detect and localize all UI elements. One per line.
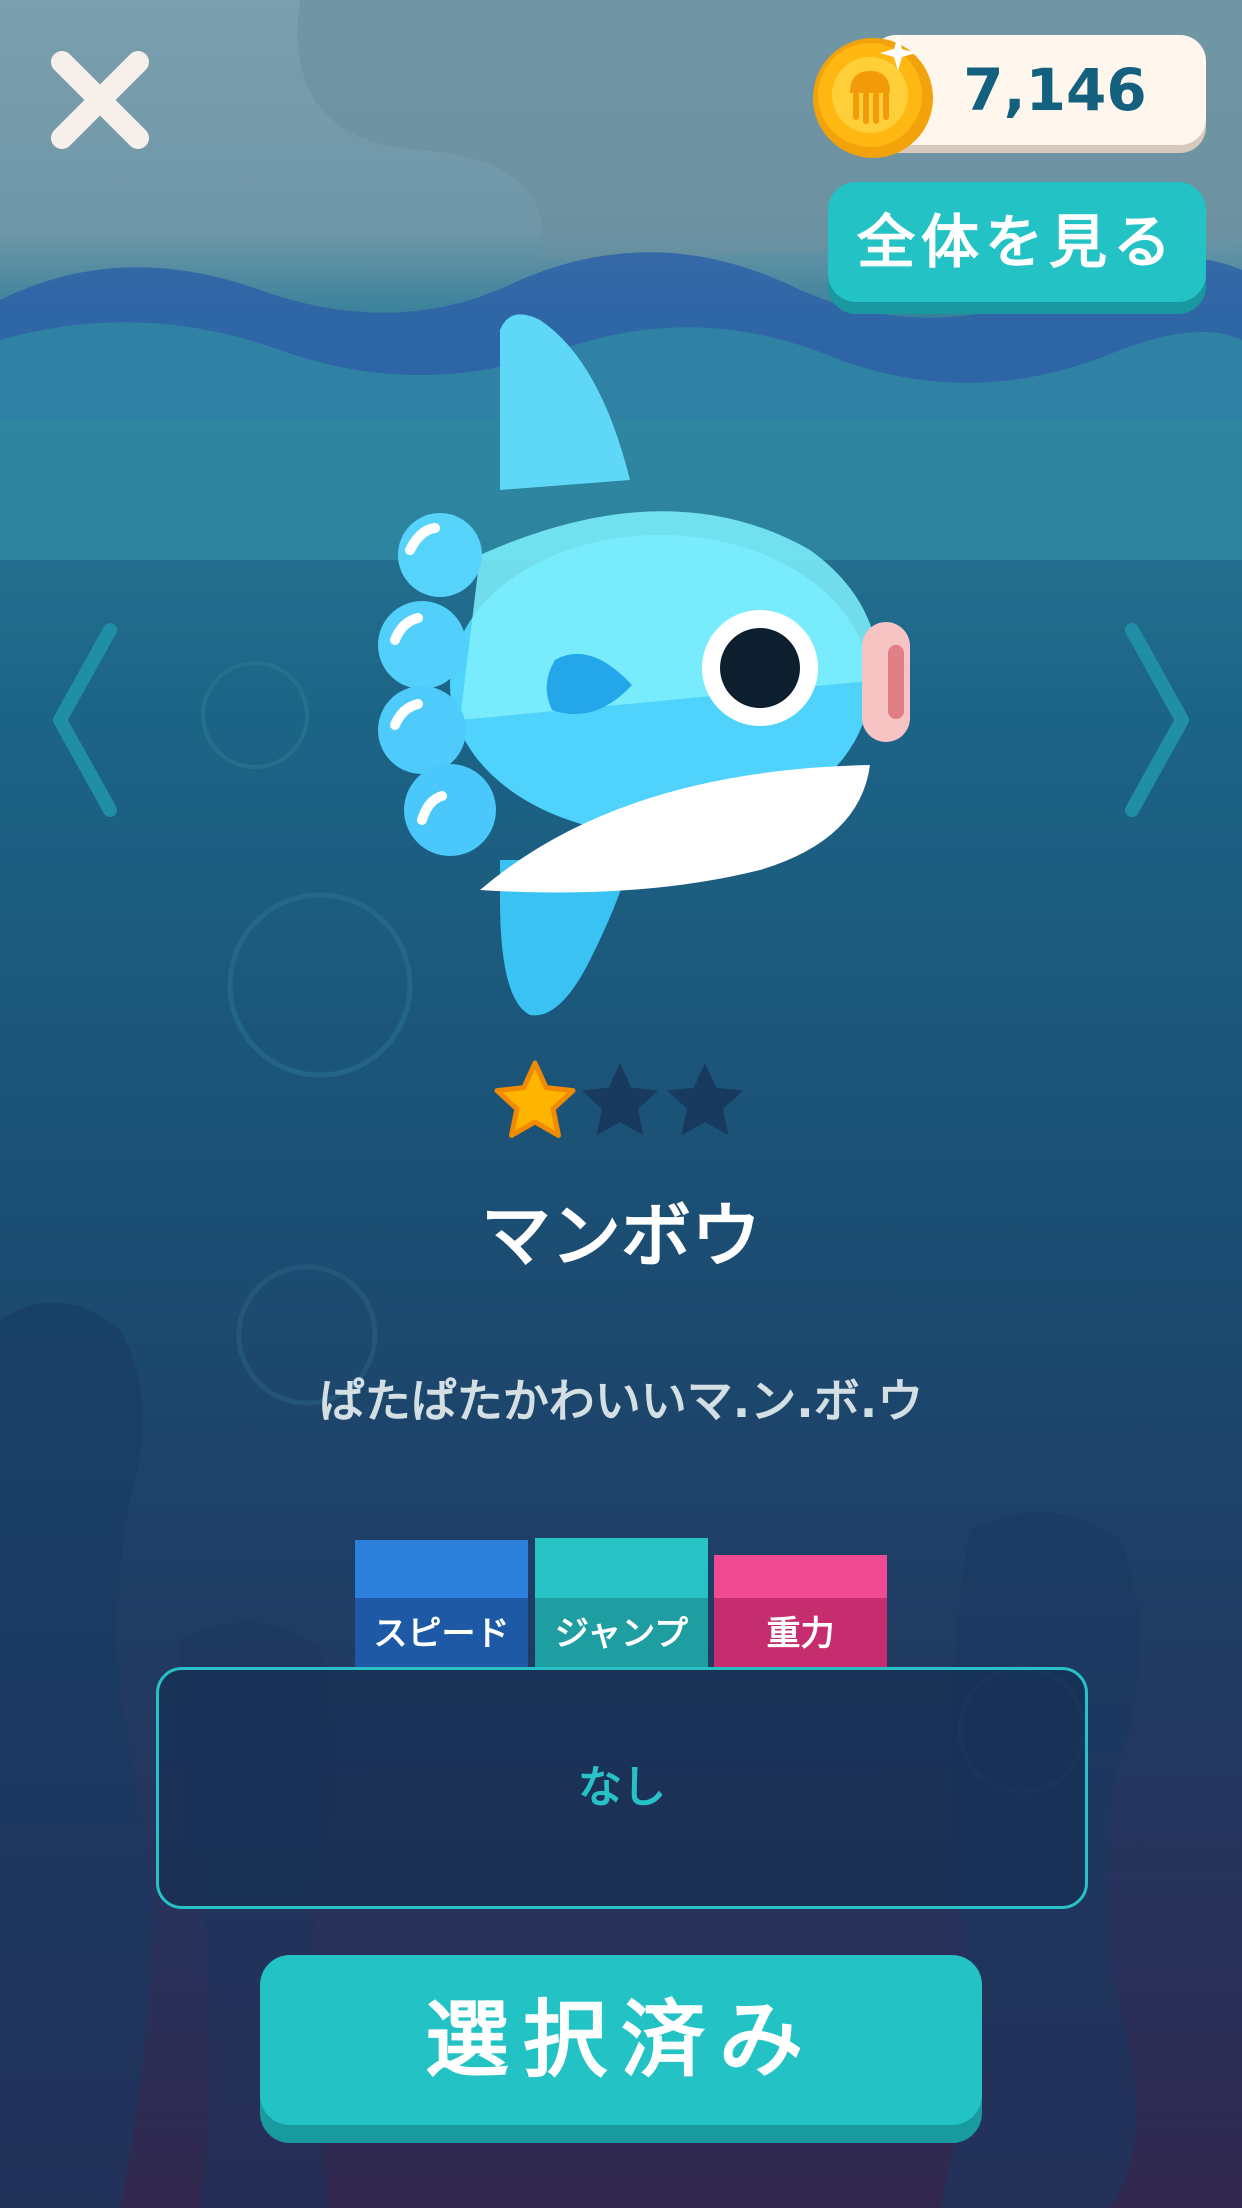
coin-count: 7,146 (963, 56, 1147, 124)
character-name: マンボウ (481, 1195, 761, 1277)
sunfish-character (378, 314, 910, 1016)
stat-label-speed: スピード (355, 1598, 528, 1670)
next-character-button[interactable] (1114, 620, 1194, 820)
star-empty-icon (667, 1063, 743, 1136)
stat-bar-gravity (714, 1555, 887, 1598)
stat-tab-jump[interactable]: ジャンプ (535, 1538, 708, 1670)
coin-balance: 7,146 (810, 35, 1208, 158)
chevron-left-icon (53, 623, 117, 817)
ability-text: なし (578, 1762, 666, 1813)
select-button[interactable]: 選択済み (260, 1955, 982, 2125)
view-all-button[interactable]: 全体を見る (828, 182, 1206, 302)
close-button[interactable] (40, 40, 160, 160)
character-description: ぱたぱたかわいいマ.ン.ボ.ウ (318, 1374, 924, 1428)
ability-panel: なし (156, 1667, 1088, 1909)
star-rating (494, 1060, 743, 1138)
jellyfish-coin-icon (813, 35, 933, 158)
prev-character-button[interactable] (48, 620, 128, 820)
close-x-icon (51, 51, 149, 149)
stat-label-jump: ジャンプ (535, 1598, 708, 1670)
stat-bar-jump (535, 1538, 708, 1598)
star-filled-icon (494, 1060, 576, 1138)
star-empty-icon (582, 1063, 658, 1136)
stat-label-gravity: 重力 (714, 1598, 887, 1670)
stat-tab-speed[interactable]: スピード (355, 1540, 528, 1670)
stat-tab-gravity[interactable]: 重力 (714, 1555, 887, 1685)
chevron-right-icon (1125, 623, 1189, 817)
stat-bar-speed (355, 1540, 528, 1598)
